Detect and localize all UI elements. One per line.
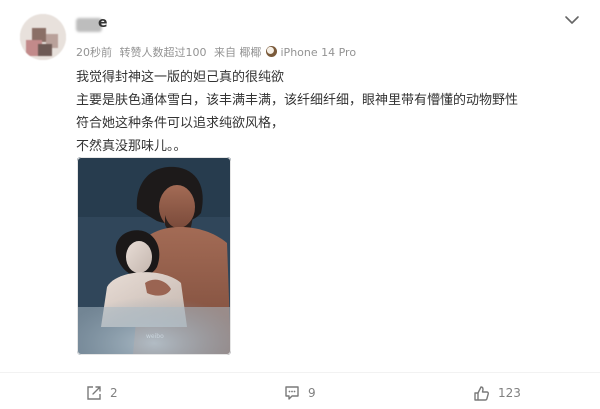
post-text: 我觉得封神这一版的妲己真的很纯欲 主要是肤色通体雪白，该丰满丰满，该纤细纤细，眼…: [76, 66, 576, 158]
repost-button[interactable]: 2: [86, 383, 118, 403]
thumbs-up-icon: [474, 385, 489, 401]
avatar[interactable]: [20, 14, 66, 60]
comment-button[interactable]: 9: [284, 383, 316, 403]
toolbar-divider: [0, 372, 600, 373]
post-image[interactable]: weibo: [77, 157, 231, 355]
image-frame: [77, 157, 231, 355]
post-time[interactable]: 20秒前: [76, 46, 112, 59]
like-count: 123: [498, 386, 521, 400]
source-label: 来自 椰椰: [214, 46, 262, 59]
coconut-icon: [265, 46, 277, 57]
post-text-line: 不然真没那味儿。。: [76, 139, 187, 154]
post-text-line: 符合她这种条件可以追求纯欲风格，: [76, 116, 285, 131]
repost-count: 2: [110, 386, 118, 400]
username[interactable]: e: [98, 15, 108, 31]
comment-icon: [285, 386, 299, 400]
post-meta: 20秒前 转赞人数超过100 来自 椰椰 iPhone 14 Pro: [76, 44, 360, 60]
repost-like-summary[interactable]: 转赞人数超过100: [120, 46, 207, 59]
device-label: iPhone 14 Pro: [280, 46, 357, 59]
post-text-line: 主要是肤色通体雪白，该丰满丰满，该纤细纤细，眼神里带有懵懂的动物野性: [76, 93, 519, 108]
weibo-post: e 20秒前 转赞人数超过100 来自 椰椰 iPhone 14 Pro 我觉得封…: [0, 0, 600, 409]
share-icon: [87, 386, 101, 400]
chevron-down-icon[interactable]: [562, 12, 582, 28]
like-button[interactable]: 123: [473, 383, 521, 403]
comment-count: 9: [308, 386, 316, 400]
post-text-line: 我觉得封神这一版的妲己真的很纯欲: [76, 70, 285, 85]
